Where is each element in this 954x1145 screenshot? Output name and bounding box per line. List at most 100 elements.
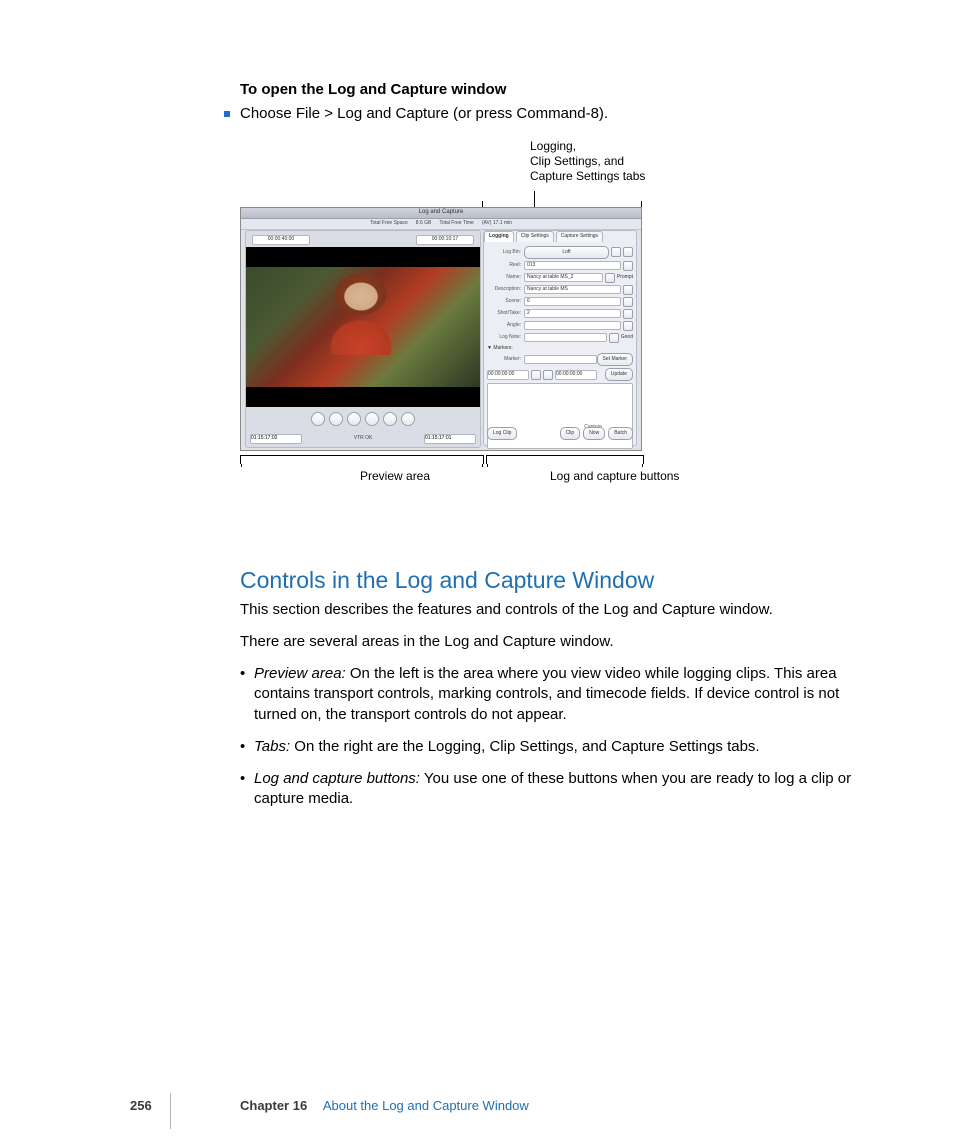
- list-item: •Tabs: On the right are the Logging, Cli…: [240, 737, 880, 757]
- term: Tabs:: [254, 738, 290, 755]
- log-clip-button[interactable]: Log Clip: [487, 427, 517, 440]
- callout-tabs: Logging, Clip Settings, and Capture Sett…: [530, 139, 730, 184]
- list-item: •Log and capture buttons: You use one of…: [240, 769, 880, 810]
- description-list: •Preview area: On the left is the area w…: [240, 664, 880, 810]
- angle-slate-button[interactable]: [623, 321, 633, 331]
- play-button[interactable]: [365, 412, 379, 426]
- prompt-checkbox[interactable]: [605, 273, 615, 283]
- section-title: Controls in the Log and Capture Window: [240, 565, 880, 596]
- video-frame: [246, 247, 480, 407]
- free-time-label: Total Free Time: [439, 220, 473, 227]
- timecode-top-right[interactable]: 00:00:10:17: [416, 235, 474, 245]
- markers-header[interactable]: ▼ Markers:: [487, 345, 633, 352]
- person-figure: [326, 277, 396, 355]
- marker-label: Marker:: [487, 356, 524, 363]
- next-button[interactable]: [383, 412, 397, 426]
- window-header: Total Free Space 8.6 GB Total Free Time …: [241, 219, 641, 230]
- timecode-bottom-right[interactable]: 01:15:17:01: [424, 434, 476, 444]
- marker-out-button[interactable]: [543, 370, 553, 380]
- prompt-label: Prompt: [617, 274, 633, 281]
- callout-line1: Logging,: [530, 139, 576, 153]
- section-body: Controls in the Log and Capture Window T…: [240, 565, 880, 810]
- prev-button[interactable]: [329, 412, 343, 426]
- capture-clip-button[interactable]: Clip: [560, 427, 581, 440]
- page-footer: 256 Chapter 16 About the Log and Capture…: [0, 1095, 954, 1115]
- shot-take-input[interactable]: 2: [524, 309, 621, 318]
- step-row: Choose File > Log and Capture (or press …: [240, 104, 880, 124]
- name-input[interactable]: Nancy at table MS_2: [524, 273, 603, 282]
- capture-bar: Log Clip Clip Now Batch: [487, 426, 633, 442]
- scene-label: Scene:: [487, 298, 524, 305]
- preview-area: 00:00:40:00 00:00:10:17: [245, 230, 481, 448]
- description-label: Description:: [487, 286, 524, 293]
- term: Preview area:: [254, 665, 346, 682]
- rewind-button[interactable]: [311, 412, 325, 426]
- page: To open the Log and Capture window Choos…: [0, 0, 954, 1145]
- callout-buttons-label: Log and capture buttons: [550, 468, 679, 484]
- timecode-bottom-left[interactable]: 01:15:17:02: [250, 434, 302, 444]
- preview-footer: 01:15:17:02 VTR OK 01:15:17:01: [246, 431, 480, 447]
- shot-slate-button[interactable]: [623, 309, 633, 319]
- free-space-value: 8.6 GB: [416, 220, 432, 227]
- timecode-top-left[interactable]: 00:00:40:00: [252, 235, 310, 245]
- section-intro2: There are several areas in the Log and C…: [240, 632, 880, 652]
- angle-label: Angle:: [487, 322, 524, 329]
- step-text: Choose File > Log and Capture (or press …: [240, 104, 880, 124]
- capture-batch-button[interactable]: Batch: [608, 427, 633, 440]
- good-checkbox[interactable]: [609, 333, 619, 343]
- tab-bar: Logging Clip Settings Capture Settings: [484, 231, 636, 242]
- shot-take-label: Shot/Take:: [487, 310, 524, 317]
- tab-capture-settings[interactable]: Capture Settings: [556, 231, 603, 242]
- chapter-number: Chapter 16: [240, 1098, 307, 1113]
- free-time-value: (AV) 17.1 min: [482, 220, 512, 227]
- callout-line2: Clip Settings, and: [530, 154, 624, 168]
- logging-fields: Log Bin:Loft Reel:013 Name:Nancy at tabl…: [484, 242, 636, 343]
- capture-now-button[interactable]: Now: [583, 427, 605, 440]
- marker-tc1[interactable]: 00:00:00:00: [487, 370, 529, 380]
- free-space-label: Total Free Space: [370, 220, 408, 227]
- log-note-label: Log Note:: [487, 334, 524, 341]
- transport-controls: [246, 409, 480, 429]
- marker-tc2[interactable]: 00:00:00:00: [555, 370, 597, 380]
- task-title: To open the Log and Capture window: [240, 80, 880, 100]
- name-label: Name:: [487, 274, 524, 281]
- bracket-preview: [240, 455, 484, 464]
- log-note-input[interactable]: [524, 333, 607, 342]
- bracket-buttons: [486, 455, 644, 464]
- right-panel: Logging Clip Settings Capture Settings L…: [483, 230, 637, 446]
- reel-slate-button[interactable]: [623, 261, 633, 271]
- log-bin-label: Log Bin:: [487, 249, 524, 256]
- marker-in-button[interactable]: [531, 370, 541, 380]
- stop-button[interactable]: [347, 412, 361, 426]
- new-bin-button[interactable]: [623, 247, 633, 257]
- term: Log and capture buttons:: [254, 770, 420, 787]
- description-input[interactable]: Nancy at table MS: [524, 285, 621, 294]
- figure: Logging, Clip Settings, and Capture Sett…: [240, 139, 880, 499]
- tab-logging[interactable]: Logging: [484, 231, 514, 242]
- chapter-title: About the Log and Capture Window: [323, 1098, 529, 1113]
- angle-input[interactable]: [524, 321, 621, 330]
- up-button[interactable]: [611, 247, 621, 257]
- scene-input[interactable]: 6: [524, 297, 621, 306]
- log-capture-window: Log and Capture Total Free Space 8.6 GB …: [240, 207, 642, 451]
- set-marker-button[interactable]: Set Marker: [597, 353, 633, 366]
- chapter-info: Chapter 16 About the Log and Capture Win…: [240, 1097, 529, 1115]
- marker-input[interactable]: [524, 355, 597, 364]
- window-titlebar: Log and Capture: [241, 208, 641, 219]
- reel-input[interactable]: 013: [524, 261, 621, 270]
- callout-line3: Capture Settings tabs: [530, 169, 645, 183]
- scene-slate-button[interactable]: [623, 297, 633, 307]
- update-marker-button[interactable]: Update: [605, 368, 633, 381]
- marker-row: Marker: Set Marker 00:00:00:00 00:00:00:00…: [484, 351, 636, 381]
- good-label: Good: [621, 334, 633, 341]
- list-item: •Preview area: On the left is the area w…: [240, 664, 880, 725]
- log-bin-button[interactable]: Loft: [524, 246, 609, 259]
- desc-slate-button[interactable]: [623, 285, 633, 295]
- section-intro1: This section describes the features and …: [240, 600, 880, 620]
- square-bullet-icon: [224, 111, 230, 117]
- footer-rule: [170, 1093, 171, 1129]
- tab-clip-settings[interactable]: Clip Settings: [516, 231, 554, 242]
- page-number: 256: [130, 1097, 152, 1115]
- ff-button[interactable]: [401, 412, 415, 426]
- deck-status: VTR OK: [354, 435, 373, 442]
